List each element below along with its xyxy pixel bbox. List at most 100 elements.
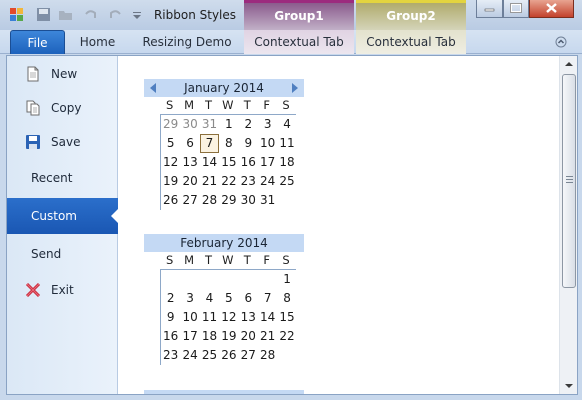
open-icon[interactable] (58, 7, 73, 22)
calendar-day[interactable]: 16 (239, 153, 258, 172)
calendar-day[interactable]: 16 (161, 327, 180, 346)
customize-qat-icon[interactable] (132, 7, 142, 22)
calendar-day[interactable]: 5 (219, 289, 238, 308)
save-icon[interactable] (36, 7, 51, 22)
calendar-day[interactable]: 11 (200, 308, 219, 327)
calendar-day[interactable]: 30 (239, 191, 258, 210)
calendar-day[interactable]: 2 (239, 115, 258, 134)
calendar-empty-cell (277, 191, 296, 210)
calendar-day[interactable]: 12 (219, 308, 238, 327)
calendar-day[interactable]: 20 (239, 327, 258, 346)
calendar-day[interactable]: 11 (277, 134, 296, 153)
calendar-day[interactable]: 23 (239, 172, 258, 191)
calendar-day[interactable]: 1 (219, 115, 238, 134)
calendar-day[interactable]: 23 (161, 346, 180, 365)
calendar-february: February 2014 SMTWTFS 1 2 3 4 5 6 7 8 9 10 11 12 13 1… (144, 234, 304, 365)
calendar-day[interactable]: 4 (200, 289, 219, 308)
ribbon-collapse-icon[interactable] (555, 36, 567, 48)
maximize-button[interactable] (503, 0, 529, 18)
calendar-day[interactable]: 22 (219, 172, 238, 191)
calendar-empty-cell (161, 270, 180, 289)
calendar-day[interactable]: 15 (219, 153, 238, 172)
calendar-day[interactable]: 19 (161, 172, 180, 191)
backstage-item-exit[interactable]: Exit (7, 272, 118, 308)
calendar-day[interactable]: 18 (277, 153, 296, 172)
close-button[interactable] (529, 0, 574, 18)
calendar-day[interactable]: 15 (277, 308, 296, 327)
app-icon[interactable] (9, 7, 24, 22)
calendar-day[interactable]: 24 (258, 172, 277, 191)
calendar-day[interactable]: 27 (180, 191, 199, 210)
weekday-label: T (204, 98, 212, 112)
scroll-down-button[interactable] (560, 378, 578, 394)
backstage-item-copy[interactable]: Copy (7, 90, 118, 126)
contextual-group-2: Group2 (356, 0, 466, 30)
calendar-day[interactable]: 6 (239, 289, 258, 308)
calendar-day[interactable]: 28 (200, 191, 219, 210)
calendar-day[interactable]: 29 (219, 191, 238, 210)
tab-home[interactable]: Home (70, 30, 125, 54)
previous-month-button[interactable] (150, 83, 156, 93)
tab-file[interactable]: File (10, 30, 65, 54)
calendar-day[interactable]: 31 (200, 115, 219, 134)
calendar-day[interactable]: 10 (258, 134, 277, 153)
next-month-button[interactable] (292, 83, 298, 93)
tab-contextual-2[interactable]: Contextual Tab (356, 30, 466, 54)
calendar-day[interactable]: 14 (200, 153, 219, 172)
calendar-day[interactable]: 26 (219, 346, 238, 365)
calendar-day[interactable]: 9 (161, 308, 180, 327)
calendar-day[interactable]: 19 (219, 327, 238, 346)
calendar-day[interactable]: 10 (180, 308, 199, 327)
calendar-day[interactable]: 3 (258, 115, 277, 134)
calendar-day[interactable]: 7 (258, 289, 277, 308)
tab-contextual-1[interactable]: Contextual Tab (244, 30, 354, 54)
weekday-label: M (184, 253, 195, 267)
calendar-day[interactable]: 25 (277, 172, 296, 191)
scroll-up-button[interactable] (560, 56, 578, 72)
backstage-item-save[interactable]: Save (7, 124, 118, 160)
calendar-day[interactable]: 8 (219, 134, 238, 153)
calendar-day[interactable]: 14 (258, 308, 277, 327)
calendar-day[interactable]: 1 (277, 270, 296, 289)
calendar-day[interactable]: 28 (258, 346, 277, 365)
calendar-day[interactable]: 21 (200, 172, 219, 191)
tab-resizing-demo[interactable]: Resizing Demo (137, 30, 237, 54)
close-icon (546, 3, 557, 13)
calendar-day[interactable]: 12 (161, 153, 180, 172)
calendar-day[interactable]: 7 (199, 134, 220, 153)
backstage-item-recent[interactable]: Recent (7, 160, 118, 196)
calendar-day[interactable]: 4 (277, 115, 296, 134)
redo-icon[interactable] (108, 7, 123, 22)
calendar-day[interactable]: 29 (161, 115, 180, 134)
calendar-day[interactable]: 2 (161, 289, 180, 308)
ribbon-tab-row: Home Resizing Demo Contextual Tab Contex… (0, 30, 582, 54)
calendar-day[interactable]: 27 (239, 346, 258, 365)
scroll-thumb[interactable] (562, 74, 576, 288)
calendar-day[interactable]: 17 (258, 153, 277, 172)
weekday-label: T (243, 253, 251, 267)
calendar-day[interactable]: 13 (180, 153, 199, 172)
calendar-day[interactable]: 17 (180, 327, 199, 346)
calendar-day[interactable]: 20 (180, 172, 199, 191)
backstage-item-custom[interactable]: Custom (7, 198, 119, 234)
calendar-weekday-row: SMTWTFS (160, 97, 296, 115)
calendar-day[interactable]: 3 (180, 289, 199, 308)
backstage-item-new[interactable]: New (7, 56, 118, 92)
calendar-day[interactable]: 22 (277, 327, 296, 346)
calendar-day[interactable]: 31 (258, 191, 277, 210)
calendar-day[interactable]: 24 (180, 346, 199, 365)
calendar-day[interactable]: 8 (277, 289, 296, 308)
calendar-day[interactable]: 30 (180, 115, 199, 134)
calendar-day[interactable]: 5 (161, 134, 180, 153)
calendar-day[interactable]: 13 (239, 308, 258, 327)
vertical-scrollbar[interactable] (559, 56, 577, 394)
calendar-day[interactable]: 18 (200, 327, 219, 346)
calendar-day[interactable]: 9 (239, 134, 258, 153)
calendar-day[interactable]: 26 (161, 191, 180, 210)
undo-icon[interactable] (83, 7, 98, 22)
backstage-item-send[interactable]: Send (7, 236, 118, 272)
minimize-button[interactable] (476, 0, 503, 18)
calendar-day[interactable]: 6 (180, 134, 199, 153)
calendar-day[interactable]: 25 (200, 346, 219, 365)
calendar-day[interactable]: 21 (258, 327, 277, 346)
